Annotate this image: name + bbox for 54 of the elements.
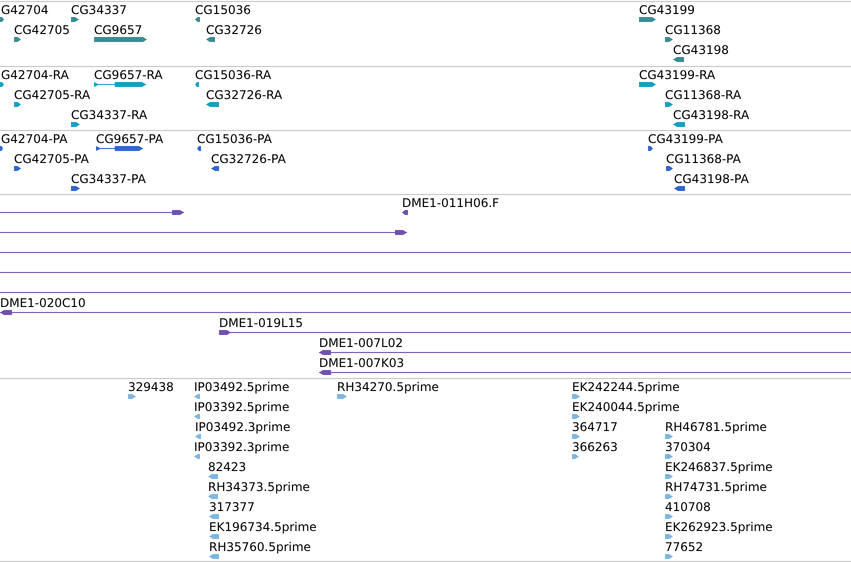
- feature-label: CG32726-RA: [206, 89, 282, 102]
- feature-label: DME1-020C10: [0, 297, 86, 310]
- feature-label: EK196734.5prime: [209, 521, 317, 534]
- feature-label: 364717: [572, 421, 618, 434]
- feature-label: CG34337-PA: [71, 173, 146, 186]
- feature-label: EK262923.5prime: [665, 521, 773, 534]
- feature-label: CG43199: [639, 4, 695, 17]
- feature-label: RH35760.5prime: [209, 541, 311, 554]
- feature-label: CG9657: [94, 24, 142, 37]
- feature-label: 82423: [208, 461, 246, 474]
- feature-label: DME1-007K03: [319, 357, 404, 370]
- feature-label: CG42705-RA: [14, 89, 90, 102]
- feature-label: G42704: [1, 4, 48, 17]
- feature-label: CG43199-RA: [639, 69, 716, 82]
- feature-label: CG9657-PA: [96, 133, 164, 146]
- feature-label: CG15036: [195, 4, 251, 17]
- feature-label: CG34337-RA: [71, 109, 148, 122]
- feature-label: CG43198-PA: [674, 173, 749, 186]
- feature-label: CG42705-PA: [14, 153, 89, 166]
- feature-label: CG43198: [673, 44, 729, 57]
- feature-label: G42704-PA: [1, 133, 68, 146]
- feature-label: 77652: [665, 541, 704, 554]
- feature-label: CG32726-PA: [211, 153, 286, 166]
- feature-label: CG34337: [71, 4, 127, 17]
- feature-label: RH34270.5prime: [337, 381, 439, 394]
- feature-label: EK240044.5prime: [572, 401, 680, 414]
- feature-label: IP03392.5prime: [194, 401, 290, 414]
- feature-label: CG15036-PA: [197, 133, 272, 146]
- feature-label: 366263: [572, 441, 618, 454]
- feature-label: 317377: [209, 501, 255, 514]
- feature-label: IP03492.3prime: [195, 421, 290, 434]
- feature-label: CG11368-RA: [665, 89, 742, 102]
- feature-label: CG11368-PA: [666, 153, 741, 166]
- feature-label: 370304: [665, 441, 711, 454]
- feature-label: CG9657-RA: [94, 69, 163, 82]
- feature-label: CG11368: [665, 24, 721, 37]
- feature-label: IP03492.5prime: [194, 381, 290, 394]
- feature-label: CG42705: [14, 24, 70, 37]
- feature-label: CG43198-RA: [673, 109, 750, 122]
- feature-label: CG43199-PA: [648, 133, 723, 146]
- feature-label: 410708: [665, 501, 711, 514]
- feature-label: CG15036-RA: [195, 69, 272, 82]
- feature-label: DME1-019L15: [219, 317, 303, 330]
- feature-label: G42704-RA: [1, 69, 69, 82]
- feature-label: RH46781.5prime: [665, 421, 767, 434]
- feature-label: 329438: [128, 381, 174, 394]
- feature-label: RH74731.5prime: [665, 481, 767, 494]
- feature-label: EK242244.5prime: [572, 381, 680, 394]
- feature-label: RH34373.5prime: [208, 481, 310, 494]
- feature-label: EK246837.5prime: [665, 461, 773, 474]
- feature-label: CG32726: [206, 24, 262, 37]
- feature-label: DME1-011H06.F: [402, 197, 500, 210]
- feature-label: IP03392.3prime: [194, 441, 290, 454]
- feature-label: DME1-007L02: [319, 337, 403, 350]
